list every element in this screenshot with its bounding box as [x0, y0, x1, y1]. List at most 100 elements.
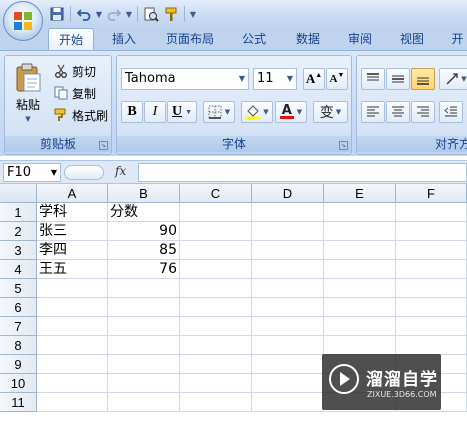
select-all-corner[interactable] — [0, 184, 37, 203]
tab-insert[interactable]: 插入 — [103, 28, 145, 50]
cell-e1[interactable] — [324, 203, 396, 222]
column-header-d[interactable]: D — [252, 184, 324, 203]
formula-bar-divider-icon[interactable] — [64, 165, 104, 180]
cell-b8[interactable] — [108, 336, 180, 355]
cell-f5[interactable] — [396, 279, 467, 298]
row-header-5[interactable]: 5 — [0, 279, 37, 298]
cell-c3[interactable] — [180, 241, 252, 260]
cell-a10[interactable] — [37, 374, 108, 393]
redo-dropdown-icon[interactable]: ▼ — [125, 10, 133, 19]
cell-f6[interactable] — [396, 298, 467, 317]
cell-c11[interactable] — [180, 393, 252, 412]
cell-b6[interactable] — [108, 298, 180, 317]
cell-d6[interactable] — [252, 298, 324, 317]
cell-d7[interactable] — [252, 317, 324, 336]
font-size-dropdown-icon[interactable]: ▼ — [287, 69, 293, 89]
shrink-font-button[interactable]: A ▼ — [326, 68, 348, 90]
cell-c10[interactable] — [180, 374, 252, 393]
cell-b4[interactable]: 76 — [108, 260, 180, 279]
font-family-select[interactable]: Tahoma ▼ — [121, 68, 249, 90]
cell-e8[interactable] — [324, 336, 396, 355]
font-color-dropdown-icon[interactable]: ▼ — [297, 108, 302, 116]
tab-formulas[interactable]: 公式 — [234, 28, 274, 50]
cell-a11[interactable] — [37, 393, 108, 412]
cut-button[interactable]: 剪切 — [52, 61, 99, 81]
tab-view[interactable]: 视图 — [392, 28, 432, 50]
name-box[interactable]: F10 ▼ — [3, 163, 61, 182]
cell-a7[interactable] — [37, 317, 108, 336]
underline-button[interactable]: U ▼ — [167, 101, 197, 123]
cell-c2[interactable] — [180, 222, 252, 241]
tab-home[interactable]: 开始 — [48, 28, 94, 51]
cell-a3[interactable]: 李四 — [37, 241, 108, 260]
column-header-f[interactable]: F — [396, 184, 467, 203]
phonetic-button[interactable]: 变 ▼ — [313, 101, 348, 123]
cell-a6[interactable] — [37, 298, 108, 317]
cell-e2[interactable] — [324, 222, 396, 241]
align-middle-button[interactable] — [386, 68, 410, 90]
grow-font-button[interactable]: A ▲ — [303, 68, 325, 90]
orientation-button[interactable]: ▼ — [439, 68, 467, 90]
cell-b2[interactable]: 90 — [108, 222, 180, 241]
undo-dropdown-icon[interactable]: ▼ — [95, 10, 103, 19]
fill-color-button[interactable]: ▼ — [241, 101, 273, 123]
cell-d8[interactable] — [252, 336, 324, 355]
formula-input[interactable] — [138, 163, 467, 182]
cell-c4[interactable] — [180, 260, 252, 279]
cell-e7[interactable] — [324, 317, 396, 336]
cell-c1[interactable] — [180, 203, 252, 222]
align-center-button[interactable] — [386, 101, 410, 123]
cell-e4[interactable] — [324, 260, 396, 279]
row-header-2[interactable]: 2 — [0, 222, 37, 241]
align-right-button[interactable] — [411, 101, 435, 123]
cell-a5[interactable] — [37, 279, 108, 298]
print-preview-icon[interactable] — [142, 5, 160, 23]
cell-f3[interactable] — [396, 241, 467, 260]
font-color-button[interactable]: A ▼ — [275, 101, 307, 123]
cell-b3[interactable]: 85 — [108, 241, 180, 260]
name-box-dropdown-icon[interactable]: ▼ — [51, 164, 57, 181]
row-header-7[interactable]: 7 — [0, 317, 37, 336]
cell-f7[interactable] — [396, 317, 467, 336]
row-header-10[interactable]: 10 — [0, 374, 37, 393]
row-header-4[interactable]: 4 — [0, 260, 37, 279]
save-icon[interactable] — [48, 5, 66, 23]
tab-page-layout[interactable]: 页面布局 — [158, 28, 222, 50]
insert-function-icon[interactable]: fx — [115, 164, 126, 178]
clipboard-launcher-icon[interactable]: ↘ — [99, 141, 108, 150]
cell-b7[interactable] — [108, 317, 180, 336]
align-top-button[interactable] — [361, 68, 385, 90]
italic-button[interactable]: I — [144, 101, 166, 123]
paste-dropdown-icon[interactable]: ▼ — [25, 115, 30, 123]
row-header-11[interactable]: 11 — [0, 393, 37, 412]
underline-dropdown-icon[interactable]: ▼ — [185, 108, 192, 116]
orientation-dropdown-icon[interactable]: ▼ — [461, 75, 466, 83]
tab-developer[interactable]: 开 — [448, 28, 467, 50]
cell-d1[interactable] — [252, 203, 324, 222]
cell-f1[interactable] — [396, 203, 467, 222]
format-brush-qat-icon[interactable] — [162, 5, 180, 23]
cell-f4[interactable] — [396, 260, 467, 279]
row-header-3[interactable]: 3 — [0, 241, 37, 260]
column-header-c[interactable]: C — [180, 184, 252, 203]
undo-icon[interactable] — [75, 5, 93, 23]
align-left-button[interactable] — [361, 101, 385, 123]
row-header-1[interactable]: 1 — [0, 203, 37, 222]
cell-d4[interactable] — [252, 260, 324, 279]
phonetic-dropdown-icon[interactable]: ▼ — [336, 108, 341, 116]
cell-a8[interactable] — [37, 336, 108, 355]
column-header-b[interactable]: B — [108, 184, 180, 203]
cell-d3[interactable] — [252, 241, 324, 260]
cell-e5[interactable] — [324, 279, 396, 298]
cell-d2[interactable] — [252, 222, 324, 241]
cell-c8[interactable] — [180, 336, 252, 355]
cell-a1[interactable]: 学科 — [37, 203, 108, 222]
cell-a2[interactable]: 张三 — [37, 222, 108, 241]
font-size-select[interactable]: 11 ▼ — [253, 68, 297, 90]
font-family-dropdown-icon[interactable]: ▼ — [239, 69, 245, 89]
cell-f8[interactable] — [396, 336, 467, 355]
bold-button[interactable]: B — [121, 101, 143, 123]
cell-c9[interactable] — [180, 355, 252, 374]
decrease-indent-button[interactable] — [439, 101, 463, 123]
tab-data[interactable]: 数据 — [288, 28, 328, 50]
